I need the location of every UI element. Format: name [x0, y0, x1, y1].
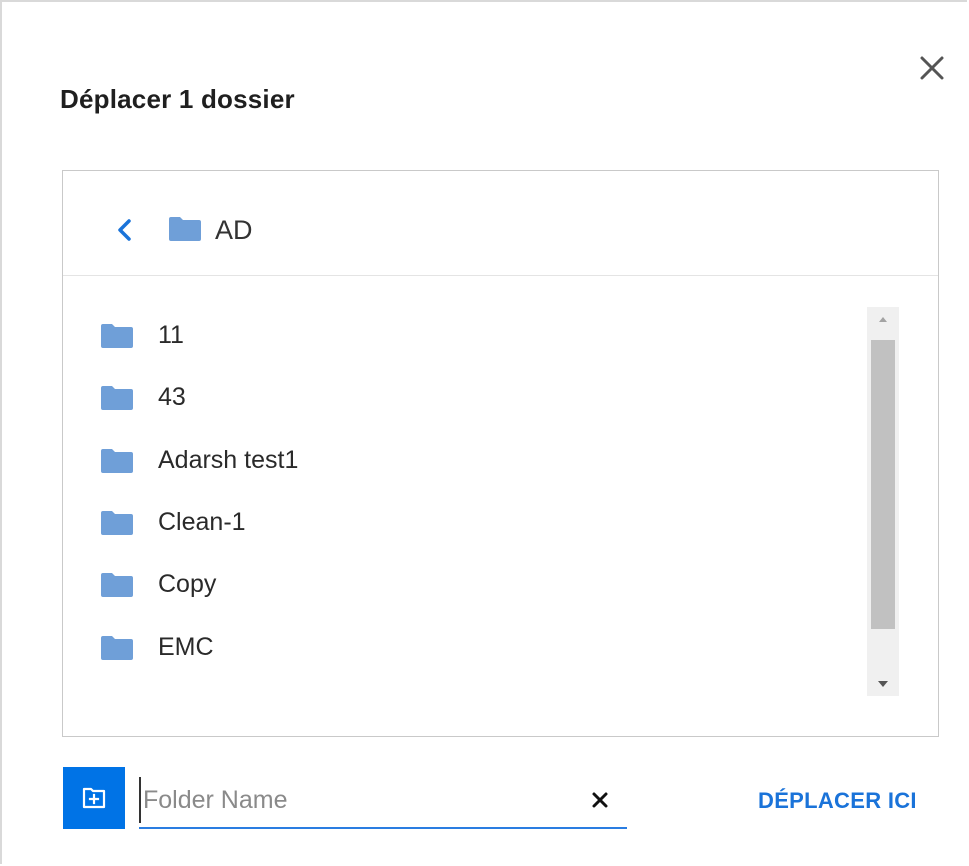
folder-name: 43	[158, 383, 186, 411]
folder-name-field	[139, 777, 627, 829]
dialog-title: Déplacer 1 dossier	[60, 84, 295, 114]
current-folder-label: AD	[215, 215, 253, 245]
list-item[interactable]: Adarsh test1	[101, 436, 841, 486]
folder-icon	[101, 636, 133, 660]
folder-name-input[interactable]	[139, 777, 573, 823]
new-folder-button[interactable]	[63, 767, 125, 829]
scrollbar[interactable]	[867, 307, 899, 696]
folder-name: Clean-1	[158, 508, 246, 536]
list-item[interactable]: Clean-1	[101, 498, 841, 548]
clear-icon[interactable]	[589, 789, 611, 811]
breadcrumb: AD	[63, 171, 938, 276]
chevron-left-icon[interactable]	[115, 218, 135, 242]
list-item[interactable]: 11	[101, 311, 841, 361]
folder-icon	[101, 511, 133, 535]
folder-name: EMC	[158, 633, 214, 661]
list-item[interactable]: Copy	[101, 560, 841, 610]
move-here-button[interactable]: DÉPLACER ICI	[758, 788, 917, 814]
list-item[interactable]: EMC	[101, 623, 841, 673]
move-dialog: Déplacer 1 dossier AD 11 43 Adarsh test1…	[0, 0, 967, 864]
folder-name: Adarsh test1	[158, 446, 299, 474]
scroll-up-arrow-icon[interactable]	[867, 307, 899, 331]
folder-icon	[101, 573, 133, 597]
folder-icon	[169, 217, 201, 241]
close-icon[interactable]	[916, 52, 948, 84]
folder-browser: AD 11 43 Adarsh test1 Clean-1 Copy EMC	[62, 170, 939, 737]
folder-name: Copy	[158, 570, 217, 598]
folder-icon	[101, 386, 133, 410]
new-folder-icon	[82, 787, 106, 809]
scroll-down-arrow-icon[interactable]	[867, 672, 899, 696]
folder-icon	[101, 324, 133, 348]
folder-name: 11	[158, 321, 184, 349]
list-item[interactable]: 43	[101, 373, 841, 423]
scrollbar-thumb[interactable]	[871, 340, 895, 629]
folder-icon	[101, 449, 133, 473]
